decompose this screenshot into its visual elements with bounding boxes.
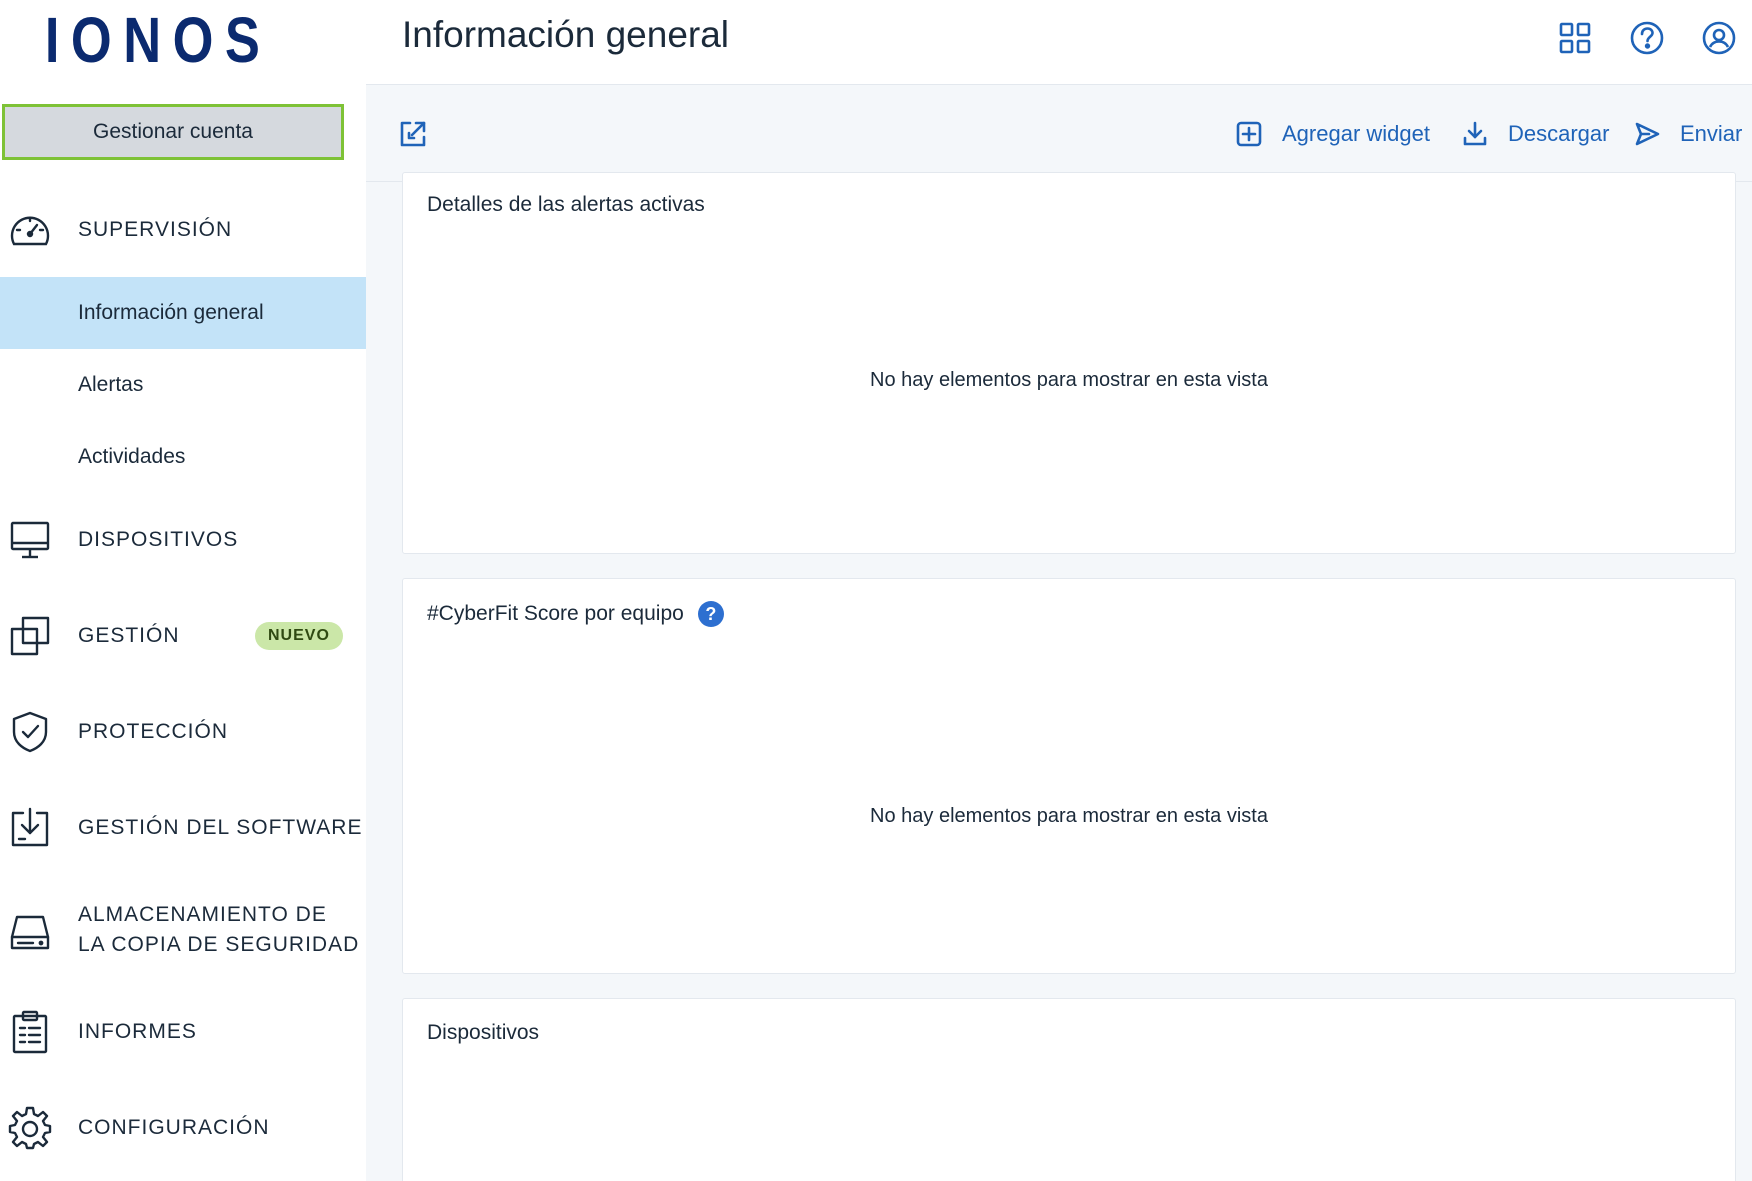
page-title: Información general [402, 14, 730, 55]
sidebar-section-gestion[interactable]: GESTIÓN NUEVO [0, 610, 366, 662]
new-badge: NUEVO [255, 622, 343, 650]
sidebar-item-label: Información general [78, 301, 264, 324]
widget-devices: Dispositivos [402, 998, 1736, 1181]
sidebar-section-configuracion[interactable]: CONFIGURACIÓN [0, 1102, 366, 1154]
download-button[interactable]: Descargar [1462, 115, 1609, 153]
storage-drive-icon [6, 908, 54, 956]
send-label: Enviar [1680, 121, 1743, 146]
sidebar-item-informacion-general[interactable]: Información general [0, 277, 366, 349]
sidebar-section-label-line2: LA COPIA DE SEGURIDAD [78, 933, 360, 956]
help-icon[interactable]: ? [697, 601, 724, 627]
widget-title: #CyberFit Score por equipo [427, 602, 684, 625]
widget-title: Dispositivos [427, 1021, 540, 1044]
monitor-icon [6, 516, 54, 564]
send-icon [1634, 121, 1670, 147]
add-widget-button[interactable]: Agregar widget [1236, 115, 1430, 153]
widget-empty-message: No hay elementos para mostrar en esta vi… [870, 805, 1268, 827]
sidebar-section-supervision[interactable]: SUPERVISIÓN [0, 204, 366, 256]
manage-account-button[interactable]: Gestionar cuenta [2, 104, 344, 160]
widget-title-row: #CyberFit Score por equipo ? [427, 601, 724, 627]
widget-empty-message: No hay elementos para mostrar en esta vi… [870, 369, 1268, 391]
sidebar-item-alertas[interactable]: Alertas [0, 349, 366, 421]
expand-icon[interactable] [398, 119, 428, 149]
apps-grid-icon[interactable] [1555, 18, 1595, 58]
layers-icon [6, 612, 54, 660]
widget-active-alerts-details: Detalles de las alertas activas No hay e… [402, 172, 1736, 554]
download-label: Descargar [1508, 121, 1610, 146]
sidebar-section-label: INFORMES [78, 1020, 197, 1043]
dashboard-content: Detalles de las alertas activas No hay e… [366, 172, 1752, 1181]
gear-icon [6, 1104, 54, 1152]
dashboard-gauge-icon [6, 206, 54, 254]
shield-check-icon [6, 708, 54, 756]
sidebar-item-label: Alertas [78, 373, 144, 396]
sidebar-item-actividades[interactable]: Actividades [0, 421, 366, 493]
sidebar-section-label: SUPERVISIÓN [78, 218, 233, 241]
sidebar-section-label: GESTIÓN DEL SOFTWARE [78, 816, 363, 839]
sidebar-section-label: GESTIÓN [78, 624, 180, 647]
sidebar-section-label: DISPOSITIVOS [78, 528, 239, 551]
sidebar-section-label: CONFIGURACIÓN [78, 1116, 270, 1139]
sidebar-section-label: PROTECCIÓN [78, 720, 229, 743]
add-widget-label: Agregar widget [1282, 121, 1430, 146]
sidebar-section-gestion-del-software[interactable]: GESTIÓN DEL SOFTWARE [0, 802, 366, 854]
sidebar-section-label-line1: ALMACENAMIENTO DE [78, 903, 327, 926]
user-account-icon[interactable] [1699, 18, 1739, 58]
sidebar-item-label: Actividades [78, 445, 186, 468]
clipboard-report-icon [6, 1008, 54, 1056]
help-icon[interactable] [1627, 18, 1667, 58]
send-button[interactable]: Enviar [1634, 115, 1742, 153]
add-square-icon [1236, 121, 1272, 147]
dashboard-toolbar: Agregar widget Descargar Enviar [366, 84, 1752, 182]
software-download-icon [6, 804, 54, 852]
widget-title: Detalles de las alertas activas [427, 193, 705, 216]
sidebar-section-almacenamiento[interactable]: ALMACENAMIENTO DE LA COPIA DE SEGURIDAD [0, 900, 366, 964]
sidebar-section-dispositivos[interactable]: DISPOSITIVOS [0, 514, 366, 566]
download-icon [1462, 121, 1498, 147]
ionos-logo[interactable]: IONOS [45, 2, 260, 78]
top-header: Información general [366, 0, 1752, 84]
sidebar-section-proteccion[interactable]: PROTECCIÓN [0, 706, 366, 758]
widget-cyberfit-score: #CyberFit Score por equipo ? No hay elem… [402, 578, 1736, 974]
sidebar-section-informes[interactable]: INFORMES [0, 1006, 366, 1058]
sidebar: IONOS Gestionar cuenta SUPERVISIÓN Infor… [0, 0, 366, 1181]
